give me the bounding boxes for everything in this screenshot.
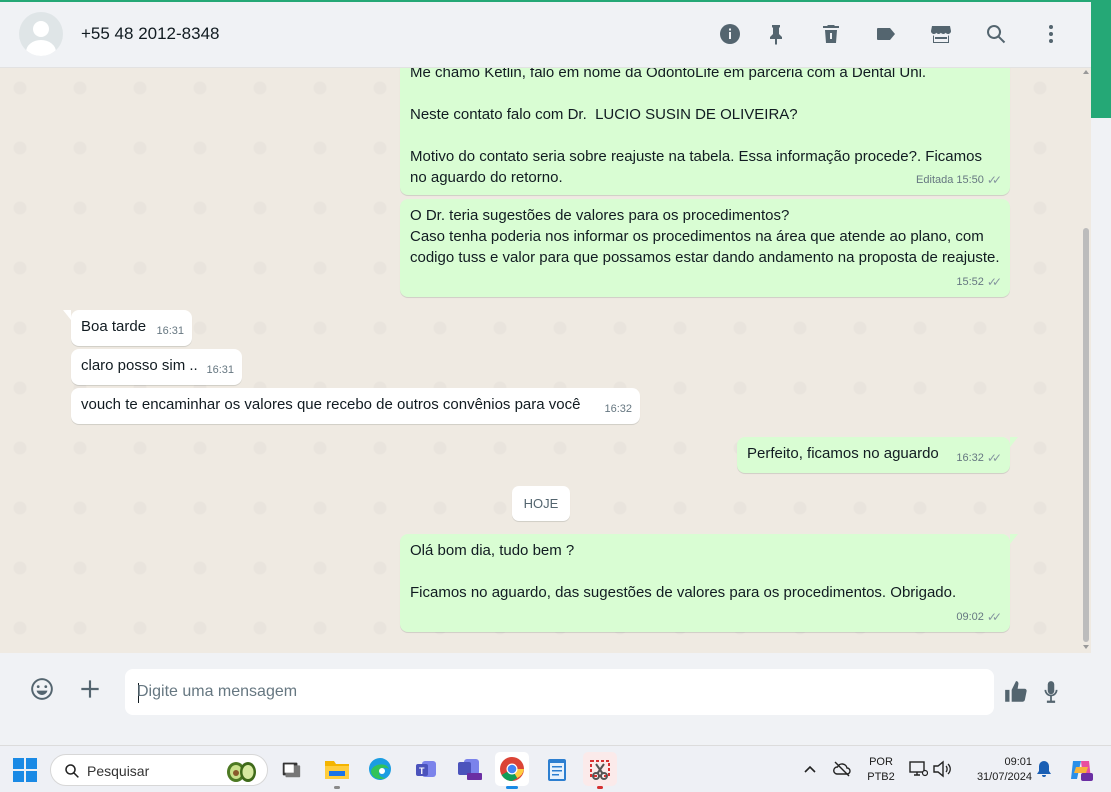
chat-scrollbar[interactable] <box>1082 68 1090 653</box>
search-icon <box>65 764 79 778</box>
menu-icon[interactable] <box>1038 21 1064 47</box>
message-meta: 15:52 ✓✓ <box>956 272 1002 293</box>
clock-time: 09:01 <box>1004 756 1032 768</box>
date-separator: HOJE <box>512 486 570 521</box>
message-outgoing[interactable]: Olá bom dia, tudo bem ? Ficamos no aguar… <box>400 534 1018 632</box>
task-view-icon[interactable] <box>274 752 308 786</box>
message-incoming[interactable]: Boa tarde 16:31 <box>63 310 192 346</box>
copilot-icon[interactable] <box>1068 757 1094 783</box>
windows-start-icon[interactable] <box>13 758 37 782</box>
chevron-up-icon[interactable] <box>803 763 817 775</box>
windows-taskbar: Pesquisar T POR PTB2 09:01 31/07/2024 <box>0 745 1111 792</box>
onedrive-offline-icon[interactable] <box>832 760 852 778</box>
message-outgoing[interactable]: O Dr. teria sugestões de valores para os… <box>400 199 1010 297</box>
scrollbar-thumb[interactable] <box>1083 228 1089 642</box>
message-meta: 16:32 <box>604 399 632 420</box>
language-indicator[interactable]: POR PTB2 <box>864 755 898 785</box>
taskbar-search[interactable]: Pesquisar <box>50 754 268 786</box>
message-meta: 16:31 <box>156 321 184 342</box>
chat-header: +55 48 2012-8348 <box>0 2 1091 68</box>
store-icon[interactable] <box>928 21 954 47</box>
plus-icon[interactable] <box>75 674 105 704</box>
edited-label: Editada <box>916 174 954 186</box>
snipping-tool-icon[interactable] <box>583 752 617 789</box>
notification-bell-icon[interactable] <box>1036 760 1052 778</box>
message-time: 16:31 <box>206 364 234 376</box>
teams-classic-icon[interactable]: T <box>409 752 443 786</box>
clock-date: 31/07/2024 <box>976 771 1032 783</box>
message-time: 16:32 <box>604 403 632 415</box>
emoji-icon[interactable] <box>27 674 57 704</box>
contact-avatar[interactable] <box>19 12 63 56</box>
message-incoming[interactable]: vouch te encaminhar os valores que receb… <box>71 388 640 424</box>
message-list[interactable]: Me chamo Ketlin, falo em nome da OdontoL… <box>0 68 1091 653</box>
message-meta: 16:32 ✓✓ <box>956 448 1002 469</box>
network-icon[interactable] <box>908 760 928 778</box>
message-outgoing[interactable]: Perfeito, ficamos no aguardo 16:32 ✓✓ <box>737 437 1018 473</box>
language-code: POR <box>869 756 893 768</box>
search-label: Pesquisar <box>87 763 150 779</box>
message-time: 09:02 <box>956 611 984 623</box>
file-explorer-icon[interactable] <box>320 752 354 789</box>
double-check-icon: ✓✓ <box>986 173 1002 187</box>
microphone-icon[interactable] <box>1036 677 1066 707</box>
clock[interactable]: 09:01 31/07/2024 <box>962 755 1032 785</box>
message-time: 16:32 <box>956 452 984 464</box>
message-meta: 09:02 ✓✓ <box>956 607 1002 628</box>
double-check-icon: ✓✓ <box>986 275 1002 289</box>
notepad-icon[interactable] <box>540 752 574 786</box>
thumbs-up-icon[interactable] <box>1001 677 1031 707</box>
edge-icon[interactable] <box>363 752 397 786</box>
volume-icon[interactable] <box>932 760 952 778</box>
message-time: 15:52 <box>956 276 984 288</box>
chrome-icon[interactable] <box>495 752 529 789</box>
double-check-icon: ✓✓ <box>986 610 1002 624</box>
message-text: vouch te encaminhar os valores que receb… <box>81 396 581 413</box>
info-icon[interactable] <box>717 21 743 47</box>
avocado-icon <box>227 762 256 782</box>
pin-icon[interactable] <box>763 21 789 47</box>
double-check-icon: ✓✓ <box>986 451 1002 465</box>
label-icon[interactable] <box>873 21 899 47</box>
message-composer <box>0 653 1091 727</box>
message-outgoing[interactable]: Me chamo Ketlin, falo em nome da OdontoL… <box>400 68 1010 195</box>
message-input-box[interactable] <box>125 669 994 715</box>
delete-icon[interactable] <box>818 21 844 47</box>
message-text: Olá bom dia, tudo bem ? Ficamos no aguar… <box>410 542 957 601</box>
teams-new-icon[interactable] <box>452 752 486 786</box>
window-edge <box>1091 0 1111 745</box>
whatsapp-window: +55 48 2012-8348 Me chamo Ketlin, falo e… <box>0 0 1091 727</box>
message-meta: 16:31 <box>206 360 234 381</box>
search-icon[interactable] <box>983 21 1009 47</box>
message-input[interactable] <box>137 669 977 715</box>
contact-name[interactable]: +55 48 2012-8348 <box>81 24 220 44</box>
message-time: 15:50 <box>956 174 984 186</box>
message-text: O Dr. teria sugestões de valores para os… <box>410 207 1000 266</box>
message-text: Me chamo Ketlin, falo em nome da OdontoL… <box>410 68 982 186</box>
message-incoming[interactable]: claro posso sim .. 16:31 <box>71 349 242 385</box>
svg-text:T: T <box>419 766 425 776</box>
message-time: 16:31 <box>156 325 184 337</box>
message-meta: Editada 15:50 ✓✓ <box>916 170 1002 191</box>
keyboard-layout: PTB2 <box>867 771 895 783</box>
